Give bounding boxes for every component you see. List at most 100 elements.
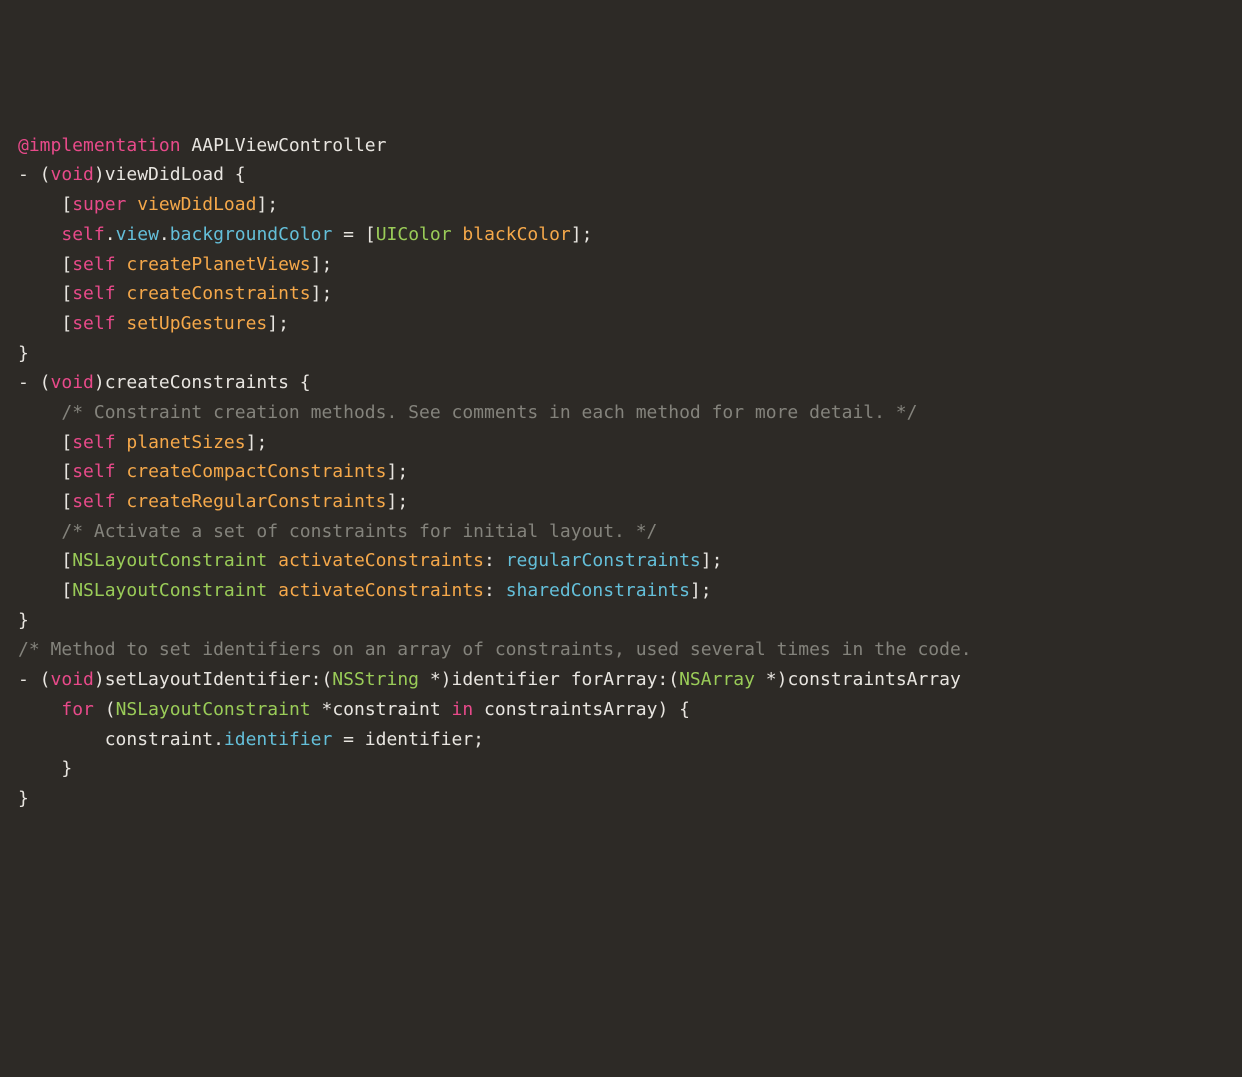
text: [452, 224, 463, 245]
property-name: view: [116, 224, 159, 245]
keyword-implementation: @implementation: [18, 135, 181, 156]
text: *constraint: [311, 699, 452, 720]
code-line: [super viewDidLoad];: [18, 190, 1224, 220]
text: )setLayoutIdentifier:(: [94, 669, 332, 690]
text: ];: [267, 313, 289, 334]
code-line: }: [18, 784, 1224, 814]
text: [267, 550, 278, 571]
text: }: [18, 610, 29, 631]
text: }: [18, 788, 29, 809]
text: [: [18, 313, 72, 334]
argument: sharedConstraints: [506, 580, 690, 601]
code-line: /* Constraint creation methods. See comm…: [18, 398, 1224, 428]
keyword-self: self: [72, 491, 115, 512]
method-name: activateConstraints: [278, 580, 484, 601]
class-name: NSString: [332, 669, 419, 690]
text: [: [18, 461, 72, 482]
code-line: }: [18, 339, 1224, 369]
class-name: UIColor: [376, 224, 452, 245]
text: [: [18, 491, 72, 512]
code-line: }: [18, 606, 1224, 636]
code-line: }: [18, 754, 1224, 784]
text: [: [18, 580, 72, 601]
text: [116, 432, 127, 453]
text: - (: [18, 164, 51, 185]
comment: /* Method to set identifiers on an array…: [18, 639, 972, 660]
property-name: identifier: [224, 729, 332, 750]
code-line: /* Method to set identifiers on an array…: [18, 635, 1224, 665]
class-name: NSLayoutConstraint: [72, 580, 267, 601]
keyword-void: void: [51, 164, 94, 185]
text: ];: [690, 580, 712, 601]
code-editor[interactable]: @implementation AAPLViewController- (voi…: [18, 131, 1224, 814]
code-line: [self setUpGestures];: [18, 309, 1224, 339]
keyword-self: self: [72, 254, 115, 275]
method-name: viewDidLoad: [137, 194, 256, 215]
comment: /* Constraint creation methods. See comm…: [61, 402, 917, 423]
keyword-void: void: [51, 669, 94, 690]
method-name: setUpGestures: [126, 313, 267, 334]
text: }: [18, 343, 29, 364]
text: [116, 313, 127, 334]
text: - (: [18, 372, 51, 393]
text: [18, 521, 61, 542]
code-line: [NSLayoutConstraint activateConstraints:…: [18, 546, 1224, 576]
method-name: createRegularConstraints: [126, 491, 386, 512]
code-line: constraint.identifier = identifier;: [18, 725, 1224, 755]
text: .: [105, 224, 116, 245]
code-line: [self createConstraints];: [18, 279, 1224, 309]
text: constraint.: [18, 729, 224, 750]
text: *)identifier forArray:(: [419, 669, 679, 690]
text: [18, 402, 61, 423]
text: ];: [571, 224, 593, 245]
code-line: self.view.backgroundColor = [UIColor bla…: [18, 220, 1224, 250]
text: .: [159, 224, 170, 245]
text: *)constraintsArray: [755, 669, 961, 690]
keyword-self: self: [72, 432, 115, 453]
keyword-self: self: [72, 313, 115, 334]
code-line: - (void)setLayoutIdentifier:(NSString *)…: [18, 665, 1224, 695]
code-line: [self planetSizes];: [18, 428, 1224, 458]
keyword-super: super: [72, 194, 126, 215]
property-name: backgroundColor: [170, 224, 333, 245]
text: - (: [18, 669, 51, 690]
class-name: NSArray: [679, 669, 755, 690]
text: [: [18, 283, 72, 304]
keyword-in: in: [452, 699, 474, 720]
text: [116, 461, 127, 482]
code-line: - (void)viewDidLoad {: [18, 160, 1224, 190]
keyword-self: self: [72, 461, 115, 482]
comment: /* Activate a set of constraints for ini…: [61, 521, 657, 542]
text: ];: [311, 283, 333, 304]
text: [116, 491, 127, 512]
text: [18, 224, 61, 245]
text: constraintsArray) {: [473, 699, 690, 720]
method-name: activateConstraints: [278, 550, 484, 571]
method-name: createCompactConstraints: [126, 461, 386, 482]
text: :: [484, 550, 506, 571]
text: = [: [332, 224, 375, 245]
text: ];: [386, 491, 408, 512]
text: [: [18, 550, 72, 571]
code-line: [self createCompactConstraints];: [18, 457, 1224, 487]
method-name: planetSizes: [126, 432, 245, 453]
text: ];: [311, 254, 333, 275]
code-line: [NSLayoutConstraint activateConstraints:…: [18, 576, 1224, 606]
text: [18, 699, 61, 720]
code-line: /* Activate a set of constraints for ini…: [18, 517, 1224, 547]
text: )viewDidLoad {: [94, 164, 246, 185]
class-name: NSLayoutConstraint: [72, 550, 267, 571]
text: ];: [246, 432, 268, 453]
text: ];: [701, 550, 723, 571]
keyword-self: self: [72, 283, 115, 304]
argument: regularConstraints: [506, 550, 701, 571]
class-name: NSLayoutConstraint: [116, 699, 311, 720]
text: (: [94, 699, 116, 720]
method-name: createConstraints: [126, 283, 310, 304]
text: [267, 580, 278, 601]
text: ];: [386, 461, 408, 482]
class-name: AAPLViewController: [181, 135, 387, 156]
text: [: [18, 432, 72, 453]
text: :: [484, 580, 506, 601]
code-line: for (NSLayoutConstraint *constraint in c…: [18, 695, 1224, 725]
